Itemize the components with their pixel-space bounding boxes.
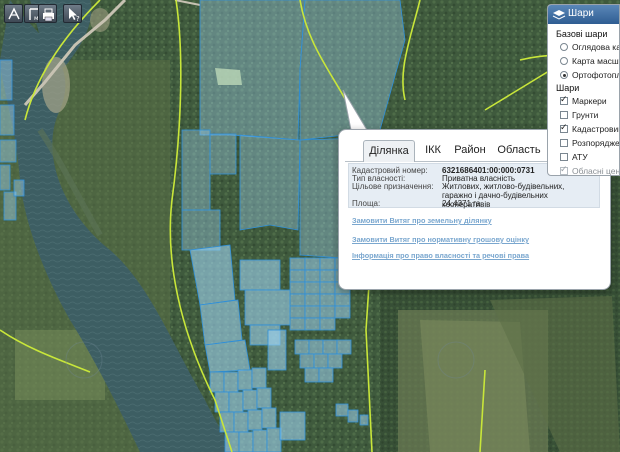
tab-region[interactable]: Область	[495, 140, 543, 161]
checkmark-icon: ✓	[560, 122, 568, 132]
print-icon[interactable]	[38, 4, 57, 23]
layers-panel: Шари Базові шари Оглядова карта Карта ма…	[547, 4, 620, 176]
checkbox[interactable]	[560, 139, 568, 147]
overlay-layers-heading: Шари	[556, 83, 580, 93]
order-valuation-extract-link[interactable]: Замовити Витяг про нормативну грошову оц…	[352, 235, 529, 244]
attr-area: Площа: 24.4371 га	[352, 199, 592, 208]
layer-label: Карта масштабу	[572, 56, 619, 66]
layer-label: Розпорядження	[572, 138, 620, 148]
tab-parcel[interactable]: Ділянка	[363, 140, 415, 162]
tab-ikk[interactable]: ІКК	[420, 140, 446, 161]
layers-icon	[552, 10, 566, 20]
layers-panel-title: Шари	[568, 8, 594, 19]
order-parcel-extract-link[interactable]: Замовити Витяг про земельну ділянку	[352, 216, 492, 225]
layer-label: Обласні центри	[572, 166, 620, 176]
attr-value: 24.4371 га	[442, 199, 481, 208]
layer-label: Кадастровий поділ	[572, 124, 620, 134]
tab-district[interactable]: Район	[450, 140, 490, 161]
checkmark-icon: ✓	[560, 94, 568, 104]
layer-label: Грунти	[572, 110, 599, 120]
layer-label: Ортофотоплан	[572, 70, 619, 80]
checkbox[interactable]	[560, 153, 568, 161]
radio-button[interactable]	[560, 57, 568, 65]
attr-label: Цільове призначення:	[352, 182, 434, 191]
layer-label: Оглядова карта	[572, 42, 619, 52]
zoom-extent-icon[interactable]	[4, 4, 23, 23]
attr-label: Площа:	[352, 199, 381, 208]
checkbox[interactable]	[560, 111, 568, 119]
radio-button-selected[interactable]	[560, 71, 568, 79]
layer-label: Маркери	[572, 96, 607, 106]
base-layers-heading: Базові шари	[556, 29, 608, 39]
ownership-info-link[interactable]: Інформація про право власності та речові…	[352, 251, 529, 260]
identify-icon[interactable]: ?	[63, 4, 82, 23]
layer-label: АТУ	[572, 152, 588, 162]
radio-button[interactable]	[560, 43, 568, 51]
checkmark-icon: ✓	[560, 164, 568, 174]
layers-panel-header[interactable]: Шари	[548, 5, 619, 24]
svg-text:?: ?	[76, 15, 80, 23]
